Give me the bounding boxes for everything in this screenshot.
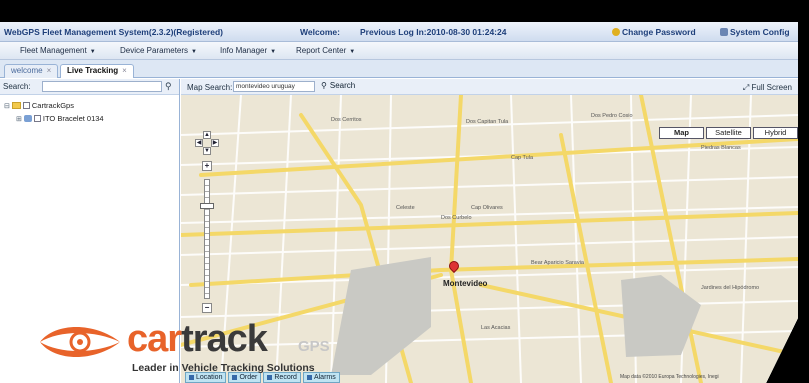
close-icon[interactable]: × [122, 66, 127, 75]
system-config-link[interactable]: System Config [720, 27, 790, 37]
change-password-label: Change Password [622, 26, 696, 37]
full-screen-button[interactable]: ⤢ Full Screen [743, 83, 792, 93]
street-label: Dos Cerritos [331, 117, 362, 123]
zoom-out-button[interactable]: − [202, 303, 212, 313]
search-icon: ⚲ [321, 81, 327, 90]
caret-down-icon: ▼ [89, 49, 96, 55]
change-password-link[interactable]: Change Password [612, 27, 696, 37]
logo-tagline: Leader in Vehicle Tracking Solutions [132, 362, 315, 374]
logo-gps: GPS [298, 338, 330, 355]
expand-icon[interactable]: ⊞ [16, 115, 22, 123]
pan-left-icon[interactable]: ◀ [195, 139, 203, 147]
caret-down-icon: ▼ [270, 49, 277, 55]
tree-checkbox[interactable] [33, 115, 41, 122]
street-label: Cap Tula [511, 155, 534, 161]
street-label: Dos Pedro Cosio [591, 113, 633, 119]
map-search-label: Map Search: [187, 83, 233, 92]
pan-up-icon[interactable]: ▲ [203, 131, 211, 139]
menu-fleet-management[interactable]: Fleet Management ▼ [20, 46, 96, 55]
map-search-button-label: Search [329, 81, 356, 90]
welcome-label: Welcome: [300, 26, 340, 37]
close-icon[interactable]: × [47, 66, 52, 75]
pan-right-icon[interactable]: ▶ [211, 139, 219, 147]
menu-info-manager[interactable]: Info Manager ▼ [220, 46, 276, 55]
map-type-selector: Map Satellite Hybrid [659, 127, 798, 139]
menu-label: Fleet Management [20, 46, 87, 55]
search-icon[interactable]: ⚲ [165, 81, 172, 92]
tab-label: welcome [11, 66, 43, 75]
street-label: Cap Olivares [471, 205, 503, 211]
title-bar: WebGPS Fleet Management System(2.3.2)(Re… [0, 22, 798, 42]
tree-node-label: CartrackGps [31, 101, 74, 110]
caret-down-icon: ▼ [191, 49, 197, 55]
tree-checkbox[interactable] [22, 102, 30, 109]
map-search-button[interactable]: ⚲ Search [321, 81, 355, 90]
zoom-slider-track[interactable] [204, 179, 210, 299]
menu-label: Device Parameters [120, 46, 189, 55]
vehicle-icon [23, 115, 32, 122]
map-toolbar: Map Search: montevideo uruguay ⚲ Search … [181, 79, 798, 95]
street-label: Jardines del Hipódromo [701, 285, 760, 291]
tab-live-tracking[interactable]: Live Tracking × [60, 64, 134, 78]
search-label: Search: [3, 82, 31, 91]
map-city-label: Montevideo [443, 279, 488, 288]
logo-track: track [181, 318, 268, 360]
full-screen-label: Full Screen [751, 83, 792, 92]
system-config-label: System Config [730, 26, 790, 37]
tree-node-device[interactable]: ⊞ ITO Bracelet 0134 [16, 114, 104, 123]
app-window: WebGPS Fleet Management System(2.3.2)(Re… [0, 22, 798, 383]
menu-report-center[interactable]: Report Center ▼ [296, 46, 355, 55]
zoom-control: ▲ ◀ ▶ ▼ + − [195, 131, 219, 321]
map-search-input[interactable]: montevideo uruguay [233, 81, 315, 92]
key-icon [612, 27, 620, 36]
menu-label: Report Center [296, 46, 347, 55]
map-copyright: Map data ©2010 Europa Technologies, Ineg… [620, 374, 719, 380]
map-type-satellite-button[interactable]: Satellite [706, 127, 751, 139]
tab-label: Live Tracking [67, 66, 119, 75]
caret-down-icon: ▼ [349, 49, 356, 55]
collapse-icon[interactable]: ⊟ [4, 102, 10, 110]
zoom-in-button[interactable]: + [202, 161, 212, 171]
last-login-text: Previous Log In:2010-08-30 01:24:24 [360, 26, 507, 37]
street-label: Bear Aparicio Saravia [531, 260, 584, 266]
config-icon [720, 27, 728, 36]
street-label: Dos Capitan Tula [466, 119, 509, 125]
pan-control: ▲ ◀ ▶ ▼ [195, 131, 219, 155]
zoom-slider-handle[interactable] [200, 203, 214, 209]
map-type-map-button[interactable]: Map [659, 127, 704, 139]
folder-icon [11, 102, 21, 109]
map-type-hybrid-button[interactable]: Hybrid [753, 127, 798, 139]
tree-node-root[interactable]: ⊟ CartrackGps [4, 101, 74, 110]
logo-car: car [127, 318, 182, 360]
menu-bar: Fleet Management ▼ Device Parameters ▼ Inf… [0, 42, 798, 60]
tree-search-bar: Search: ⚲ [0, 79, 179, 95]
tab-bar: welcome × Live Tracking × [0, 60, 798, 78]
cartrack-logo: cartrack GPS Leader in Vehicle Tracking … [35, 318, 345, 378]
street-label: Piedras Blancas [701, 145, 741, 151]
tree-search-input[interactable] [42, 81, 162, 92]
street-label: Dos Curbelo [441, 215, 472, 221]
park-area [621, 275, 701, 357]
pan-down-icon[interactable]: ▼ [203, 147, 211, 155]
logo-wordmark: cartrack [127, 318, 268, 361]
menu-label: Info Manager [220, 46, 268, 55]
logo-swirl-icon [40, 327, 120, 357]
app-title: WebGPS Fleet Management System(2.3.2)(Re… [4, 26, 224, 37]
tab-welcome[interactable]: welcome × [4, 64, 59, 78]
street-label: Las Acacias [481, 325, 511, 331]
street-label: Celeste [396, 205, 415, 211]
menu-device-parameters[interactable]: Device Parameters ▼ [120, 46, 197, 55]
tree-node-label: ITO Bracelet 0134 [42, 114, 104, 123]
